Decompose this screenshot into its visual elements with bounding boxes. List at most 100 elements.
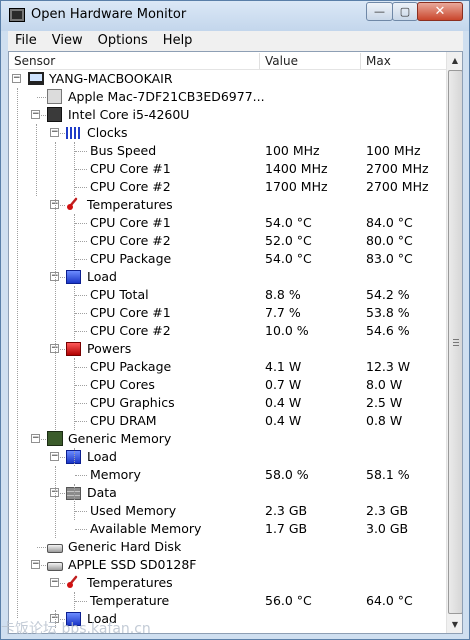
app-window: Open Hardware Monitor — ▢ ✕ File View Op… <box>0 0 470 640</box>
tree-row-temperatures[interactable]: − Temperatures <box>9 196 446 214</box>
sensor-label: CPU Core #2 <box>90 179 171 194</box>
tree-row-apple-ssd[interactable]: − APPLE SSD SD0128F <box>9 556 446 574</box>
sensor-label: YANG-MACBOOKAIR <box>49 71 173 86</box>
sensor-label: CPU Core #1 <box>90 305 171 320</box>
sensor-label: CPU Graphics <box>90 395 175 410</box>
sensor-max: 8.0 W <box>366 377 403 392</box>
minimize-button[interactable]: — <box>366 2 393 21</box>
sensor-value: 8.8 % <box>265 287 301 302</box>
hard-disk-icon <box>47 544 63 553</box>
tree-connector <box>75 331 87 332</box>
collapse-toggle-icon[interactable]: − <box>50 578 59 587</box>
tree-guide-line <box>55 142 56 430</box>
sensor-label: CPU Total <box>90 287 149 302</box>
hard-disk-icon <box>47 562 63 571</box>
column-divider[interactable] <box>259 53 260 69</box>
menu-file[interactable]: File <box>8 31 45 51</box>
sensor-label: CPU Core #2 <box>90 233 171 248</box>
menu-options[interactable]: Options <box>91 31 156 51</box>
sensor-value: 0.7 W <box>265 377 302 392</box>
tree-guide-line <box>17 88 18 618</box>
sensor-label: Powers <box>87 341 132 356</box>
mainboard-icon <box>47 89 62 104</box>
tree-row-powers[interactable]: − Powers <box>9 340 446 358</box>
tree-connector <box>75 511 87 512</box>
sensor-max: 3.0 GB <box>366 521 409 536</box>
sensor-max: 100 MHz <box>366 143 421 158</box>
tree-guide-line <box>74 286 75 340</box>
tree-row-clocks[interactable]: − Clocks <box>9 124 446 142</box>
computer-icon <box>28 72 44 85</box>
tree-connector <box>75 385 87 386</box>
tree-guide-line <box>74 214 75 268</box>
sensor-label: Load <box>87 269 117 284</box>
sensor-max: 2.3 GB <box>366 503 409 518</box>
title-bar[interactable]: Open Hardware Monitor — ▢ ✕ <box>1 1 469 31</box>
tree-row-generic-memory[interactable]: − Generic Memory <box>9 430 446 448</box>
grip-icon <box>453 339 459 347</box>
collapse-toggle-icon[interactable]: − <box>12 74 21 83</box>
cpu-icon <box>47 107 62 122</box>
sensor-value: 54.0 °C <box>265 215 312 230</box>
tree-connector <box>75 421 87 422</box>
scroll-thumb[interactable] <box>448 70 462 614</box>
sensor-label: Generic Hard Disk <box>68 539 182 554</box>
tree-row-generic-hdd[interactable]: Generic Hard Disk <box>9 538 446 556</box>
tree-row-computer[interactable]: − YANG-MACBOOKAIR <box>9 70 446 88</box>
sensor-max: 0.8 W <box>366 413 403 428</box>
tree-connector <box>75 367 87 368</box>
scroll-down-icon[interactable]: ▼ <box>447 616 462 633</box>
collapse-toggle-icon[interactable]: − <box>31 560 40 569</box>
close-button[interactable]: ✕ <box>417 2 463 21</box>
menu-bar: File View Options Help <box>8 31 463 51</box>
sensor-label: Generic Memory <box>68 431 172 446</box>
tree-guide-line <box>55 466 56 538</box>
collapse-toggle-icon[interactable]: − <box>31 110 40 119</box>
tree-connector <box>75 187 87 188</box>
tree-connector <box>37 97 46 98</box>
tree-row-memory[interactable]: Memory 58.0 % 58.1 % <box>9 466 446 484</box>
maximize-button[interactable]: ▢ <box>392 2 418 21</box>
tree-connector <box>75 169 87 170</box>
clock-icon <box>66 127 80 139</box>
collapse-toggle-icon[interactable]: − <box>50 452 59 461</box>
sensor-max: 84.0 °C <box>366 215 413 230</box>
sensor-value: 1400 MHz <box>265 161 328 176</box>
tree-row-cpu[interactable]: − Intel Core i5-4260U <box>9 106 446 124</box>
thermometer-icon <box>66 197 80 211</box>
tree-row-available-memory[interactable]: Available Memory 1.7 GB 3.0 GB <box>9 520 446 538</box>
sensor-label: Data <box>87 485 117 500</box>
column-divider[interactable] <box>360 53 361 69</box>
app-icon <box>9 8 25 22</box>
sensor-max: 58.1 % <box>366 467 410 482</box>
sensor-value: 58.0 % <box>265 467 309 482</box>
column-value[interactable]: Value <box>265 54 298 70</box>
tree-row-load[interactable]: − Load <box>9 268 446 286</box>
column-sensor[interactable]: Sensor <box>14 54 55 70</box>
collapse-toggle-icon[interactable]: − <box>31 434 40 443</box>
sensor-value: 2.3 GB <box>265 503 308 518</box>
scroll-up-icon[interactable]: ▲ <box>447 52 462 69</box>
collapse-toggle-icon[interactable]: − <box>50 128 59 137</box>
sensor-max: 53.8 % <box>366 305 410 320</box>
tree-connector <box>75 259 87 260</box>
sensor-label: Clocks <box>87 125 128 140</box>
tree-row-mainboard[interactable]: Apple Mac-7DF21CB3ED6977... <box>9 88 446 106</box>
menu-help[interactable]: Help <box>156 31 201 51</box>
sensor-tree-view[interactable]: Sensor Value Max − YANG-MACBOOKAIR Apple M… <box>8 51 463 634</box>
tree-connector <box>75 313 87 314</box>
thermometer-icon <box>66 575 80 589</box>
column-header: Sensor Value Max <box>9 52 446 70</box>
menu-view[interactable]: View <box>45 31 91 51</box>
tree-guide-line <box>36 124 37 196</box>
column-max[interactable]: Max <box>366 54 391 70</box>
vertical-scrollbar[interactable]: ▲ ▼ <box>446 52 462 633</box>
tree-row-ssd-temperatures[interactable]: − Temperatures <box>9 574 446 592</box>
sensor-value: 52.0 °C <box>265 233 312 248</box>
sensor-value: 56.0 °C <box>265 593 312 608</box>
sensor-value: 10.0 % <box>265 323 309 338</box>
sensor-label: CPU Package <box>90 251 172 266</box>
sensor-label: CPU Core #1 <box>90 215 171 230</box>
sensor-value: 100 MHz <box>265 143 320 158</box>
sensor-label: Bus Speed <box>90 143 157 158</box>
